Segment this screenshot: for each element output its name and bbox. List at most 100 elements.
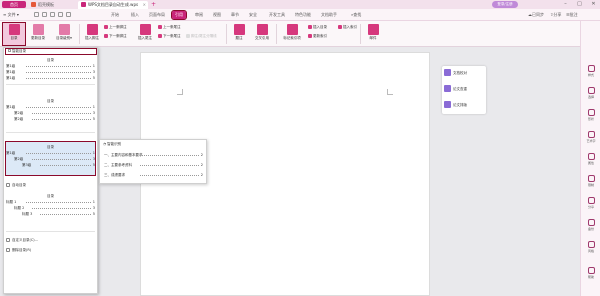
tab-docer[interactable]: 稻壳模板 xyxy=(28,1,74,9)
sidebar-item-shape[interactable]: 形状 xyxy=(581,107,600,127)
toc-line-text: 第1级 xyxy=(6,70,16,74)
more-quick-icon[interactable] xyxy=(66,12,71,17)
docer-icon xyxy=(31,2,36,7)
smart-toc-label: 智能目录 xyxy=(12,49,26,53)
delete-toc-item[interactable]: 删除目录(R) xyxy=(6,247,94,254)
sidebar-item-help[interactable]: 帮助 xyxy=(581,265,600,285)
tab-document[interactable]: WPS文档目录自动生成.wps × xyxy=(78,1,148,9)
comment-button[interactable]: ☰批注 xyxy=(566,11,578,19)
new-tab-button[interactable]: + xyxy=(151,1,156,9)
toc-style-3[interactable]: 目录 第1级 1 第2级 3 第3级 5 xyxy=(5,141,96,176)
leader-dots xyxy=(40,214,91,215)
next-endnote-button[interactable]: 下一条尾注 xyxy=(158,33,181,40)
sidebar-item-select[interactable]: 选择 xyxy=(581,85,600,105)
sync-label: 已同步 xyxy=(532,12,544,17)
tab-references[interactable]: 引用 xyxy=(171,10,187,20)
typeset-button[interactable]: 论文排版 xyxy=(444,101,484,110)
mark-entry-button[interactable]: 标记索引项 xyxy=(278,23,306,45)
sidebar-item-backup[interactable]: 备份 xyxy=(581,217,600,237)
file-menu[interactable]: ≡ 文件 ▾ xyxy=(3,12,19,18)
custom-toc-item[interactable]: 自定义目录(C)... xyxy=(6,237,94,244)
proofread-button[interactable]: 文档校对 xyxy=(444,69,484,78)
divider xyxy=(6,84,95,85)
search-button[interactable]: ⌕查找 xyxy=(348,11,364,19)
mail-button[interactable]: 邮件 xyxy=(362,23,384,45)
note-separator-label: 脚注/尾注分隔线 xyxy=(191,34,217,38)
toc-style-auto[interactable]: 目录 标题 11 标题 23 标题 35 xyxy=(6,193,95,217)
plagiarism-label: 论文查重 xyxy=(453,87,467,91)
save-icon[interactable] xyxy=(34,12,39,17)
mark-entry-label: 标记索引项 xyxy=(283,36,301,40)
caption-label: 题注 xyxy=(235,36,243,40)
tab-view[interactable]: 视图 xyxy=(210,11,224,19)
leader-dots xyxy=(32,208,91,209)
insert-toc-small-label: 插入目录 xyxy=(313,25,327,29)
leader-dots xyxy=(26,153,91,154)
sidebar-item-share[interactable]: 分享 xyxy=(581,195,600,215)
tab-start[interactable]: 开始 xyxy=(108,11,122,19)
share-label: 分享 xyxy=(553,12,562,17)
wps-doc-icon xyxy=(81,2,86,7)
toc-page-number: 5 xyxy=(92,117,95,121)
sidebar-select-label: 选择 xyxy=(587,95,594,99)
prev-footnote-button[interactable]: 上一条脚注 xyxy=(104,24,127,31)
comment-label: 批注 xyxy=(569,12,578,17)
tab-insert[interactable]: 插入 xyxy=(128,11,142,19)
sidebar-item-restrict[interactable]: 限制 xyxy=(581,173,600,193)
prev-endnote-button[interactable]: 上一条尾注 xyxy=(158,24,181,31)
caption-button[interactable]: 题注 xyxy=(228,23,250,45)
close-window-button[interactable]: ✕ xyxy=(589,1,598,8)
update-index-small-button[interactable]: 更新索引 xyxy=(308,33,327,40)
leader-dots xyxy=(32,119,91,120)
sidebar-item-properties[interactable]: 属性 xyxy=(581,151,600,171)
print-icon[interactable] xyxy=(42,12,47,17)
tab-security[interactable]: 安全 xyxy=(246,11,260,19)
tab-developer[interactable]: 开发工具 xyxy=(266,11,288,19)
sync-status[interactable]: ☁已同步 xyxy=(528,11,544,19)
minimize-button[interactable]: – xyxy=(561,1,570,8)
tab-doc-assistant[interactable]: 文档助手 xyxy=(318,11,340,19)
sidebar-theme-label: 风格 xyxy=(587,249,594,253)
cross-ref-button[interactable]: 交叉引用 xyxy=(250,23,274,45)
tab-features[interactable]: 特色功能 xyxy=(292,11,314,19)
toc-page-number: 5 xyxy=(92,212,95,216)
prev-endnote-label: 上一条尾注 xyxy=(163,25,181,29)
toc-style-2[interactable]: 目录 第1级 1 第2级 3 第2级 5 xyxy=(6,98,95,122)
update-toc-button[interactable]: 更新目录 xyxy=(27,23,49,45)
insert-toc-small-button[interactable]: 插入目录 xyxy=(308,24,327,31)
preview-page-number: 2 xyxy=(200,163,203,167)
search-label: 查找 xyxy=(353,12,362,17)
prev-footnote-label: 上一条脚注 xyxy=(109,25,127,29)
undo-icon[interactable] xyxy=(50,12,55,17)
insert-footnote-button[interactable]: 插入脚注 xyxy=(81,23,103,45)
sidebar-item-wordart[interactable]: 艺术字 xyxy=(581,129,600,149)
preview-page-number: 2 xyxy=(200,173,203,177)
redo-icon[interactable] xyxy=(58,12,63,17)
tab-section[interactable]: 章节 xyxy=(228,11,242,19)
smart-toc-header[interactable]: 智能目录 xyxy=(5,48,97,55)
smart-toc-preview: ◔ 智能识别 一、主要内容和基本要求 2 二、主要参考资料 2 三、成绩要求 2 xyxy=(99,139,207,184)
close-tab-icon[interactable]: × xyxy=(143,1,146,9)
sidebar-item-style[interactable]: 样式 xyxy=(581,63,600,83)
toc-level-button[interactable]: 目录级别▾ xyxy=(51,23,77,45)
maximize-button[interactable]: □ xyxy=(575,1,584,8)
toc-style-1[interactable]: 目录 第1级 1 第1级 3 第1级 5 xyxy=(6,57,95,81)
login-button[interactable]: 登录/注册 xyxy=(492,1,518,8)
plagiarism-button[interactable]: 论文查重 xyxy=(444,85,484,94)
share-button[interactable]: ⇧分享 xyxy=(550,11,561,19)
sidebar-item-theme[interactable]: 风格 xyxy=(581,239,600,259)
tab-page-layout[interactable]: 页面布局 xyxy=(146,11,168,19)
toc-line-text: 第3级 xyxy=(22,163,32,167)
toc-icon xyxy=(8,24,20,35)
delete-toc-icon xyxy=(6,248,10,252)
prev-icon xyxy=(104,24,108,29)
insert-index-button[interactable]: 插入索引 xyxy=(338,24,357,31)
note-separator-button[interactable]: 脚注/尾注分隔线 xyxy=(186,33,217,40)
tab-review[interactable]: 审阅 xyxy=(192,11,206,19)
home-tab[interactable]: 首页 xyxy=(2,1,26,8)
insert-endnote-button[interactable]: 插入尾注 xyxy=(134,23,156,45)
next-footnote-button[interactable]: 下一条脚注 xyxy=(104,33,127,40)
toc-button[interactable]: 目录 xyxy=(2,22,26,46)
leader-dots xyxy=(140,165,199,166)
next-icon xyxy=(104,33,108,38)
